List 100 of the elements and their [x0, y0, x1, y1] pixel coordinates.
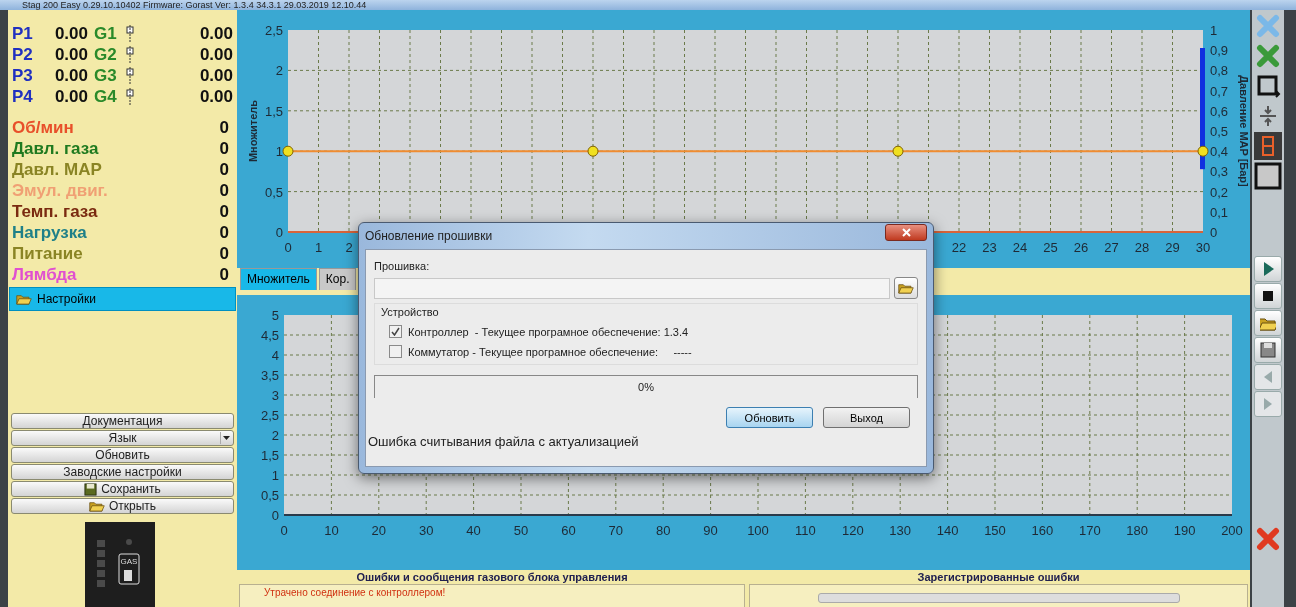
dialog-button[interactable]: Обновить: [726, 407, 813, 428]
injector-label: G1: [93, 23, 118, 44]
x-tick-label: 30: [1195, 240, 1211, 255]
parameter-label: Лямбда: [12, 264, 77, 285]
data-point[interactable]: [892, 145, 904, 157]
parameter-value: 0: [219, 243, 229, 264]
x-tick-label: 27: [1104, 240, 1119, 255]
x-tick-label: 40: [466, 523, 481, 538]
x-tick-label: 180: [1126, 523, 1149, 538]
browse-button[interactable]: [894, 277, 918, 299]
y2-tick-label: 0,6: [1210, 103, 1229, 119]
parameter-label: Давл. MAP: [12, 159, 102, 180]
y2-tick-label: 0: [1210, 225, 1218, 240]
caret-icon: [222, 436, 230, 440]
parameter-label: Питание: [12, 243, 83, 264]
y-tick-label: 2: [271, 428, 279, 443]
folder-button[interactable]: [1254, 310, 1282, 336]
y2-axis-title: Давление MAP [Бар]: [1238, 75, 1250, 187]
parameter-label: Давл. газа: [12, 138, 99, 159]
x-tick-label: 50: [513, 523, 529, 538]
close-icon[interactable]: [1254, 525, 1282, 553]
parameter-label: Об/мин: [12, 117, 74, 138]
panel-title: Ошибки и сообщения газового блока управления: [355, 571, 629, 584]
menu-button[interactable]: Заводские настройки: [11, 464, 234, 480]
injector-value: 0.00: [198, 86, 233, 107]
data-point[interactable]: [1197, 145, 1209, 157]
pressure-value: 0.00: [53, 44, 88, 65]
y-tick-label: 2,5: [264, 23, 283, 38]
x-tick-label: 2: [345, 240, 353, 255]
checkbox-label: Контроллер - Текущее програмное обеспечение: 1.3.4: [408, 325, 689, 338]
y2-tick-label: 0,5: [1210, 124, 1229, 139]
x-tick-label: 23: [982, 240, 997, 255]
settings-tree-item[interactable]: Настройки: [9, 287, 236, 311]
square-icon[interactable]: [1254, 162, 1282, 190]
progress-text: 0%: [638, 381, 654, 393]
tab[interactable]: Множитель: [240, 268, 317, 290]
y-tick-label: 3: [271, 388, 279, 403]
menu-button[interactable]: Обновить: [11, 447, 234, 463]
status-message: Ошибка считывания файла с актуализацией: [367, 434, 640, 449]
parameter-value: 0: [219, 222, 229, 243]
x-tick-label: 130: [889, 523, 912, 538]
error-message: Утрачено соединение с контроллером!: [264, 587, 447, 598]
language-dropdown[interactable]: Язык: [11, 430, 234, 446]
parameter-value: 0: [219, 117, 229, 138]
tab[interactable]: Кор.: [318, 268, 357, 290]
parameter-label: Нагрузка: [12, 222, 87, 243]
x-tick-label: 30: [418, 523, 434, 538]
save-icon: [84, 482, 98, 496]
x-tick-label: 90: [703, 523, 718, 538]
save-button[interactable]: Сохранить: [11, 481, 234, 497]
x-tick-label: 80: [655, 523, 671, 538]
x-tick-label: 170: [1078, 523, 1101, 538]
x-tick-label: 70: [608, 523, 624, 538]
window-title: Stag 200 Easy 0.29.10.10402 Firmware: Gorast Ver: 1.3.4 34.3.1 29.03.2019 12.10.44: [0, 0, 1296, 10]
parameter-value: 0: [219, 159, 229, 180]
y2-tick-label: 1: [1210, 23, 1218, 38]
checkbox[interactable]: [389, 345, 402, 358]
x-tick-label: 1: [314, 240, 323, 255]
y-tick-label: 4: [271, 348, 279, 363]
stop-icon: [1260, 288, 1276, 304]
pressure-label: P4: [11, 86, 34, 107]
field-label: Прошивка:: [374, 260, 431, 272]
x-tick-label: 24: [1012, 240, 1028, 255]
y-tick-label: 2: [275, 63, 283, 79]
folder-icon: [1260, 315, 1276, 331]
y-axis-title: Множитель: [247, 99, 259, 163]
x-tick-label: 22: [951, 240, 967, 255]
file-path-field[interactable]: [374, 277, 890, 299]
x-tick-label: 10: [324, 523, 339, 538]
dialog-title: Обновление прошивки: [365, 229, 493, 243]
save-icon: [1260, 342, 1276, 358]
x-tick-label: 100: [747, 523, 769, 538]
pressure-label: P1: [11, 23, 34, 44]
data-point[interactable]: [282, 145, 294, 157]
parameter-value: 0: [219, 180, 229, 201]
stop-button[interactable]: [1254, 283, 1282, 309]
checkbox[interactable]: [389, 325, 402, 338]
x-tick-label: 60: [561, 523, 576, 538]
y-tick-label: 1: [271, 468, 279, 483]
y2-tick-label: 0,4: [1210, 144, 1229, 160]
injector-value: 0.00: [198, 23, 233, 44]
y-tick-label: 0,5: [264, 184, 283, 200]
x-tick-label: 26: [1073, 240, 1089, 255]
y2-tick-label: 0,7: [1210, 83, 1229, 99]
x-tick-label: 0: [284, 240, 292, 255]
y-tick-label: 3,5: [260, 368, 279, 383]
pressure-value: 0.00: [53, 86, 88, 107]
folder-icon: [16, 292, 32, 306]
close-button[interactable]: [885, 223, 927, 241]
y-tick-label: 2,5: [260, 408, 279, 423]
x-tick-label: 29: [1165, 240, 1180, 255]
save-button[interactable]: [1254, 337, 1282, 363]
data-point[interactable]: [587, 145, 599, 157]
injector-icon: [126, 66, 134, 85]
open-button[interactable]: Открыть: [11, 498, 234, 514]
y2-tick-label: 0,8: [1210, 63, 1229, 79]
dialog-button[interactable]: Выход: [823, 407, 910, 428]
play-button[interactable]: [1254, 256, 1282, 282]
injector-icon: [126, 87, 134, 106]
menu-button[interactable]: Документация: [11, 413, 234, 429]
